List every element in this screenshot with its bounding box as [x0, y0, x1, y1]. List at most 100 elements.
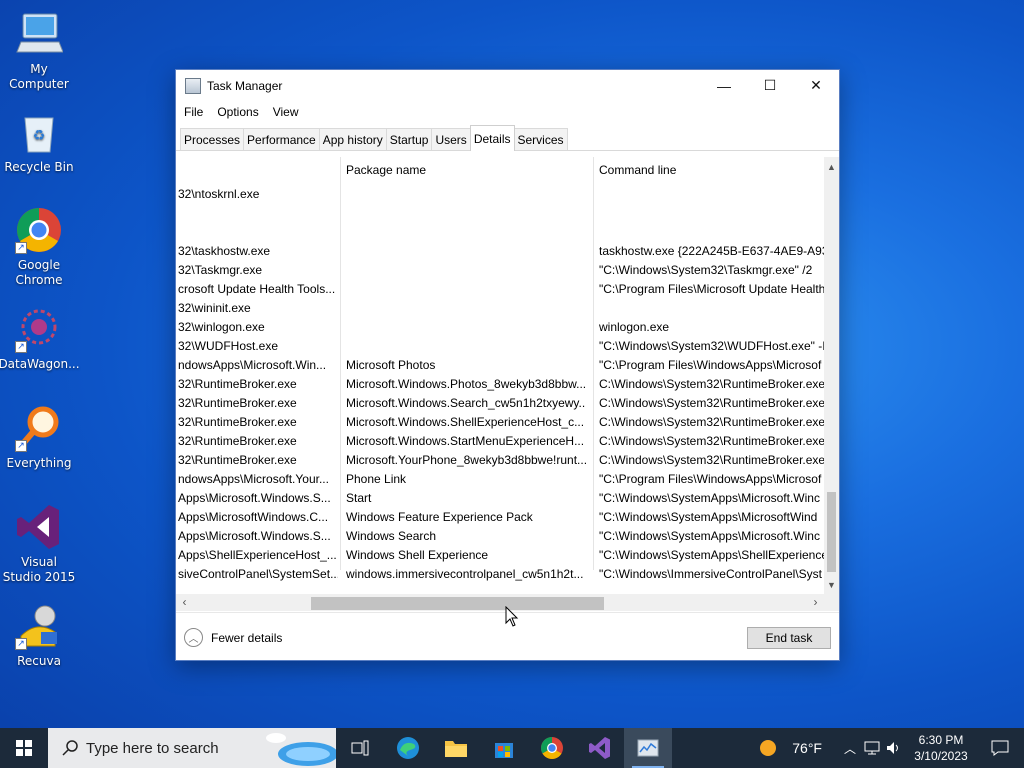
- tab-performance[interactable]: Performance: [243, 128, 320, 150]
- chevron-up-icon: ︿: [184, 628, 203, 647]
- column-header-package-name[interactable]: Package name: [340, 157, 593, 184]
- mouse-cursor-icon: [505, 606, 519, 627]
- cell-package-name: [346, 299, 586, 318]
- table-row[interactable]: ndowsApps\Microsoft.Win... Microsoft Phot…: [176, 356, 824, 375]
- table-row[interactable]: siveControlPanel\SystemSet... windows.imm…: [176, 565, 824, 584]
- tab-processes[interactable]: Processes: [180, 128, 245, 150]
- table-row[interactable]: 32\WUDFHost.exe "C:\Windows\System32\WUDF…: [176, 337, 824, 356]
- table-row[interactable]: 32\RuntimeBroker.exe Microsoft.Windows.St…: [176, 432, 824, 451]
- tab-users[interactable]: Users: [431, 128, 471, 150]
- table-row[interactable]: 32\winlogon.exe winlogon.exe: [176, 318, 824, 337]
- table-row[interactable]: [176, 204, 824, 223]
- desktop-icon-recuva[interactable]: ↗ Recuva: [0, 602, 78, 669]
- table-row[interactable]: 32\taskhostw.exe taskhostw.exe {222A245B-…: [176, 242, 824, 261]
- table-row[interactable]: crosoft Update Health Tools... "C:\Progra…: [176, 280, 824, 299]
- cell-command-line: "C:\Windows\SystemApps\Microsoft.Winc: [599, 491, 820, 505]
- desktop-icon-everything[interactable]: ↗ Everything: [0, 404, 78, 471]
- table-row[interactable]: Apps\Microsoft.Windows.S... Start "C:\Wind…: [176, 489, 824, 508]
- vertical-scroll-thumb[interactable]: [827, 492, 836, 572]
- taskbar-store[interactable]: [480, 728, 528, 768]
- start-button[interactable]: [0, 728, 48, 768]
- maximize-icon: ☐: [763, 77, 777, 93]
- scroll-down-icon[interactable]: ▼: [824, 577, 839, 594]
- menu-view[interactable]: View: [273, 105, 299, 119]
- system-tray: 76°F ︿ 6:30 PM 3/10/2023: [758, 728, 1024, 768]
- cell-image-path: 32\WUDFHost.exe: [178, 339, 279, 353]
- maximize-button[interactable]: ☐: [747, 70, 793, 101]
- table-row[interactable]: Apps\ShellExperienceHost_... Windows Shel…: [176, 546, 824, 565]
- horizontal-scroll-thumb[interactable]: [311, 597, 604, 610]
- taskbar: Type here to search 76°F ︿ 6:30 PM 3/10/…: [0, 728, 1024, 768]
- column-header-image-path[interactable]: [176, 157, 340, 184]
- table-row[interactable]: 32\Taskmgr.exe "C:\Windows\System32\Taskm…: [176, 261, 824, 280]
- task-view-icon: [351, 740, 369, 756]
- cell-command-line: C:\Windows\System32\RuntimeBroker.exe: [599, 415, 824, 429]
- close-button[interactable]: ✕: [793, 70, 839, 101]
- visual-studio-icon: [589, 737, 610, 759]
- table-row[interactable]: 32\RuntimeBroker.exe Microsoft.Windows.Se…: [176, 394, 824, 413]
- table-row[interactable]: 32\RuntimeBroker.exe Microsoft.Windows.Sh…: [176, 413, 824, 432]
- title-bar[interactable]: Task Manager — ☐ ✕: [176, 70, 839, 101]
- fewer-details-label: Fewer details: [211, 630, 283, 645]
- chevron-up-icon[interactable]: ︿: [844, 740, 856, 757]
- tab-details[interactable]: Details: [469, 125, 515, 151]
- taskbar-search-box[interactable]: Type here to search: [48, 728, 336, 768]
- vertical-scrollbar[interactable]: ▲ ▼: [824, 157, 839, 594]
- tab-app-history[interactable]: App history: [318, 128, 387, 150]
- tab-services[interactable]: Services: [513, 128, 568, 150]
- weather-sun-icon[interactable]: [758, 738, 778, 758]
- table-row[interactable]: [176, 223, 824, 242]
- taskbar-chrome[interactable]: [528, 728, 576, 768]
- end-task-button[interactable]: End task: [747, 627, 831, 649]
- fewer-details-link[interactable]: ︿ Fewer details: [184, 628, 282, 647]
- table-row[interactable]: 32\RuntimeBroker.exe Microsoft.YourPhone_…: [176, 451, 824, 470]
- table-row[interactable]: Apps\MicrosoftWindows.C... Windows Featur…: [176, 508, 824, 527]
- desktop-icon-label: Google Chrome: [15, 258, 63, 287]
- cell-image-path: [178, 223, 338, 242]
- menu-options[interactable]: Options: [217, 105, 258, 119]
- desktop-icon-datawagon[interactable]: ↗ DataWagon...: [0, 305, 80, 372]
- tab-startup[interactable]: Startup: [385, 128, 433, 150]
- cell-package-name: [346, 280, 586, 299]
- weather-temperature[interactable]: 76°F: [792, 740, 822, 756]
- taskbar-clock[interactable]: 6:30 PM 3/10/2023: [906, 732, 976, 764]
- table-row[interactable]: 32\ntoskrnl.exe: [176, 185, 824, 204]
- store-icon: [495, 743, 513, 758]
- search-placeholder: Type here to search: [86, 739, 219, 757]
- taskbar-file-explorer[interactable]: [432, 728, 480, 768]
- sort-ascending-icon: ^: [463, 157, 467, 161]
- column-header-command-line[interactable]: Command line: [593, 157, 826, 184]
- network-icon[interactable]: [864, 741, 880, 755]
- desktop-icon-google-chrome[interactable]: ↗ Google Chrome: [0, 206, 78, 288]
- cell-image-path: Apps\Microsoft.Windows.S...: [178, 491, 331, 505]
- notifications-button[interactable]: [976, 728, 1024, 768]
- minimize-button[interactable]: —: [701, 70, 747, 101]
- table-row[interactable]: ndowsApps\Microsoft.Your... Phone Link "C:…: [176, 470, 824, 489]
- desktop-icon-my-computer[interactable]: My Computer: [0, 10, 78, 92]
- scroll-left-icon[interactable]: ‹: [176, 594, 193, 611]
- taskbar-visual-studio[interactable]: [576, 728, 624, 768]
- task-view-button[interactable]: [336, 728, 384, 768]
- cell-package-name: Microsoft.Windows.ShellExperienceHost_c.…: [346, 415, 585, 429]
- taskbar-task-manager[interactable]: [624, 728, 672, 768]
- cell-image-path: 32\RuntimeBroker.exe: [178, 434, 297, 448]
- table-row[interactable]: 32\RuntimeBroker.exe Microsoft.Windows.Ph…: [176, 375, 824, 394]
- desktop-icon-visual-studio[interactable]: Visual Studio 2015: [0, 503, 78, 585]
- table-row[interactable]: Apps\Microsoft.Windows.S... Windows Searc…: [176, 527, 824, 546]
- cell-image-path: 32\RuntimeBroker.exe: [178, 453, 297, 467]
- cell-image-path: crosoft Update Health Tools...: [178, 282, 336, 296]
- cell-command-line: "C:\Program Files\WindowsApps\Microsof: [599, 472, 822, 486]
- volume-icon[interactable]: [886, 741, 902, 755]
- scroll-up-icon[interactable]: ▲: [824, 159, 839, 176]
- cell-command-line: "C:\Windows\System32\Taskmgr.exe" /2: [599, 263, 813, 277]
- desktop-icon-recycle-bin[interactable]: ♻ Recycle Bin: [0, 108, 78, 175]
- computer-icon: [15, 10, 64, 58]
- cell-image-path: ndowsApps\Microsoft.Your...: [178, 472, 329, 486]
- cell-image-path: 32\winlogon.exe: [178, 320, 265, 334]
- recuva-icon: ↗: [15, 602, 63, 650]
- menu-file[interactable]: File: [184, 105, 203, 119]
- table-row[interactable]: 32\wininit.exe: [176, 299, 824, 318]
- chrome-icon: [541, 737, 563, 759]
- taskbar-edge[interactable]: [384, 728, 432, 768]
- scroll-right-icon[interactable]: ›: [807, 594, 824, 611]
